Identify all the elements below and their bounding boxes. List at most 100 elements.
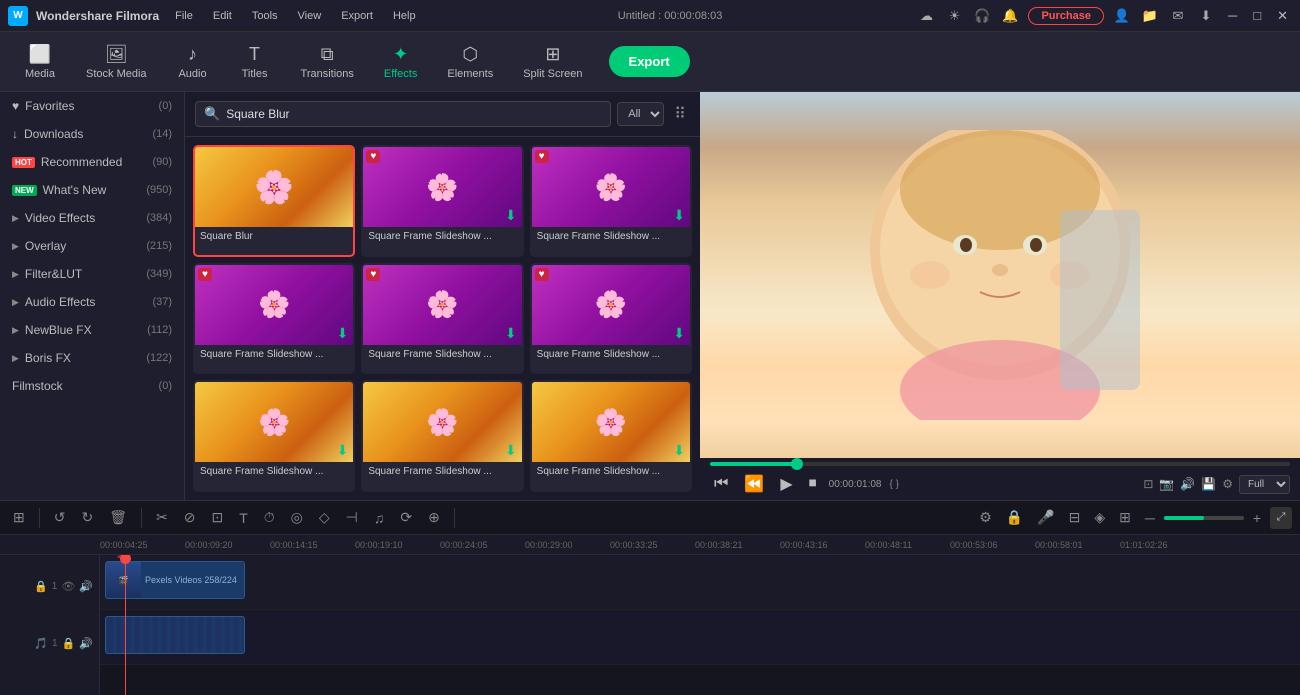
sun-icon[interactable]: ☀ <box>944 6 964 26</box>
notification-icon[interactable]: 🔔 <box>1000 6 1020 26</box>
media-label: Media <box>25 68 55 80</box>
menu-edit[interactable]: Edit <box>205 8 240 24</box>
menu-help[interactable]: Help <box>385 8 424 24</box>
track-align-button[interactable]: ⊟ <box>1064 506 1086 529</box>
minimize-button[interactable]: ─ <box>1224 8 1241 23</box>
audio-lock-icon[interactable]: 🔒 <box>62 637 76 650</box>
trim-button[interactable]: ⊣ <box>341 506 363 529</box>
filter-dropdown[interactable]: All <box>617 102 664 126</box>
effect-card-6[interactable]: ♥ 🌸 ⬇ Square Frame Slideshow ... <box>530 263 692 375</box>
audio-track-num: 1 <box>52 638 58 649</box>
effect-card-9[interactable]: 🌸 ⬇ Square Frame Slideshow ... <box>530 380 692 492</box>
cut-button[interactable]: ✂ <box>151 506 173 529</box>
video-clip[interactable]: 🎬 Pexels Videos 258/224 <box>105 561 245 599</box>
panel-item-newblue-fx[interactable]: ▶ NewBlue FX (112) <box>0 316 184 344</box>
download-icon[interactable]: ⬇ <box>1196 6 1216 26</box>
timecode-separator: { } <box>889 479 898 490</box>
toolbar-titles[interactable]: T Titles <box>225 40 285 84</box>
stabilize-button[interactable]: ⊕ <box>423 506 445 529</box>
menu-export[interactable]: Export <box>333 8 381 24</box>
menu-view[interactable]: View <box>290 8 330 24</box>
zoom-slider[interactable] <box>1164 516 1244 520</box>
track-protect-button[interactable]: 🔒 <box>1001 506 1028 529</box>
panel-item-filmstock[interactable]: Filmstock (0) <box>0 372 184 400</box>
effect-card-2[interactable]: ♥ 🌸 ⬇ Square Frame Slideshow ... <box>361 145 523 257</box>
toolbar-stock-media[interactable]: 🖼 Stock Media <box>72 40 161 84</box>
menu-file[interactable]: File <box>167 8 201 24</box>
settings-button[interactable]: ⚙ <box>1222 477 1233 491</box>
effect-card-5[interactable]: ♥ 🌸 ⬇ Square Frame Slideshow ... <box>361 263 523 375</box>
timeline-grid-button[interactable]: ⊞ <box>8 506 30 529</box>
toolbar-effects[interactable]: ✦ Effects <box>370 40 431 84</box>
text-button[interactable]: T <box>234 507 253 529</box>
keyframe-button[interactable]: ◇ <box>314 506 335 529</box>
toolbar-split-screen[interactable]: ⊞ Split Screen <box>509 40 596 84</box>
purchase-button[interactable]: Purchase <box>1028 7 1104 25</box>
effect-card-3[interactable]: ♥ 🌸 ⬇ Square Frame Slideshow ... <box>530 145 692 257</box>
progress-track[interactable] <box>710 462 1290 466</box>
time-remap-button[interactable]: ⏱ <box>259 506 280 529</box>
headset-icon[interactable]: 🎧 <box>972 6 992 26</box>
maximize-button[interactable]: □ <box>1249 8 1265 23</box>
playhead[interactable]: ✂ <box>125 555 126 695</box>
skip-back-button[interactable]: ⏮ <box>710 473 732 495</box>
speed-button[interactable]: ⟳ <box>395 506 417 529</box>
video-lock-icon[interactable]: 🔒 <box>34 580 48 593</box>
grid-toggle-icon[interactable]: ⠿ <box>670 100 690 128</box>
zoom-out-button[interactable]: ─ <box>1140 507 1160 529</box>
panel-item-audio-effects[interactable]: ▶ Audio Effects (37) <box>0 288 184 316</box>
undo-button[interactable]: ↺ <box>49 506 71 529</box>
panel-item-video-effects[interactable]: ▶ Video Effects (384) <box>0 204 184 232</box>
media-icon: ⬜ <box>29 44 51 65</box>
redo-button[interactable]: ↻ <box>76 506 98 529</box>
close-button[interactable]: ✕ <box>1273 8 1292 24</box>
save-frame-button[interactable]: 💾 <box>1201 477 1216 491</box>
delete-button[interactable]: 🗑 <box>104 506 132 529</box>
progress-handle[interactable] <box>791 458 803 470</box>
panel-item-favorites[interactable]: ♥ Favorites (0) <box>0 92 184 120</box>
zoom-in-button[interactable]: + <box>1248 507 1266 529</box>
track-settings-button[interactable]: ⚙ <box>974 506 997 529</box>
toolbar-transitions[interactable]: ⧉ Transitions <box>287 40 368 84</box>
track-split-button[interactable]: ⊞ <box>1114 506 1136 529</box>
mask-button[interactable]: ◎ <box>286 506 308 529</box>
effect-card-4[interactable]: ♥ 🌸 ⬇ Square Frame Slideshow ... <box>193 263 355 375</box>
effect-card-square-blur[interactable]: 🌸 Square Blur <box>193 145 355 257</box>
export-button[interactable]: Export <box>609 46 690 77</box>
video-eye-icon[interactable]: 👁 <box>61 580 75 593</box>
step-back-button[interactable]: ⏪ <box>740 472 768 496</box>
play-button[interactable]: ▶ <box>776 472 796 496</box>
toolbar-elements[interactable]: ⬡ Elements <box>433 40 507 84</box>
track-mic-button[interactable]: 🎤 <box>1032 506 1059 529</box>
panel-item-boris-fx[interactable]: ▶ Boris FX (122) <box>0 344 184 372</box>
search-input[interactable] <box>226 107 602 121</box>
panel-item-overlay[interactable]: ▶ Overlay (215) <box>0 232 184 260</box>
panel-item-whats-new[interactable]: NEW What's New (950) <box>0 176 184 204</box>
filter-lut-count: (349) <box>146 268 172 280</box>
screenshot-button[interactable]: 📷 <box>1159 477 1174 491</box>
panel-item-recommended[interactable]: HOT Recommended (90) <box>0 148 184 176</box>
fit-to-screen-button[interactable]: ⊡ <box>1143 477 1153 491</box>
folder-icon[interactable]: 📁 <box>1140 6 1160 26</box>
effect-card-8[interactable]: 🌸 ⬇ Square Frame Slideshow ... <box>361 380 523 492</box>
toolbar-media[interactable]: ⬜ Media <box>10 40 70 84</box>
mail-icon[interactable]: ✉ <box>1168 6 1188 26</box>
audio-clip[interactable] <box>105 616 245 654</box>
crop-button[interactable]: ⊘ <box>179 506 201 529</box>
menu-tools[interactable]: Tools <box>244 8 286 24</box>
panel-item-filter-lut[interactable]: ▶ Filter&LUT (349) <box>0 260 184 288</box>
video-volume-icon[interactable]: 🔊 <box>79 580 93 593</box>
volume-button[interactable]: 🔊 <box>1180 477 1195 491</box>
track-ai-button[interactable]: ◈ <box>1089 506 1110 529</box>
zoom-level-select[interactable]: Full 50% 25% <box>1239 475 1290 494</box>
toolbar-audio[interactable]: ♪ Audio <box>163 40 223 84</box>
audio-vol-icon[interactable]: 🔊 <box>79 637 93 650</box>
timeline-fullscreen-button[interactable]: ⤢ <box>1270 507 1292 529</box>
cloud-icon[interactable]: ☁ <box>916 6 936 26</box>
panel-item-downloads[interactable]: ↓ Downloads (14) <box>0 120 184 148</box>
effect-card-7[interactable]: 🌸 ⬇ Square Frame Slideshow ... <box>193 380 355 492</box>
transform-button[interactable]: ⊡ <box>206 506 228 529</box>
avatar-icon[interactable]: 👤 <box>1112 6 1132 26</box>
audio-detach-button[interactable]: ♫ <box>369 507 390 529</box>
stop-button[interactable]: ⏹ <box>805 473 821 495</box>
